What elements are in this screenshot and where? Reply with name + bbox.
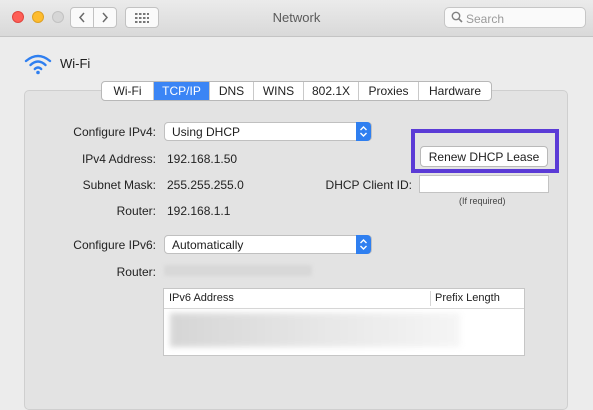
ipv6-address-table: IPv6 Address Prefix Length [163, 288, 525, 356]
configure-ipv4-value: Using DHCP [172, 125, 241, 139]
column-header-ipv6-address[interactable]: IPv6 Address [169, 292, 234, 304]
popup-stepper-icon [356, 235, 371, 254]
subnet-mask-value: 255.255.255.0 [167, 178, 244, 192]
popup-stepper-icon [356, 122, 371, 141]
tab-tcp-ip[interactable]: TCP/IP [154, 82, 210, 100]
configure-ipv6-label: Configure IPv6: [73, 238, 156, 252]
ipv6-router-label: Router: [116, 265, 156, 279]
router-label: Router: [116, 204, 156, 218]
dhcp-client-id-field[interactable] [419, 175, 549, 193]
column-divider [430, 291, 431, 306]
tab-hardware[interactable]: Hardware [419, 82, 491, 100]
tab-wifi[interactable]: Wi-Fi [102, 82, 154, 100]
title-bar: Network [0, 0, 593, 37]
router-value: 192.168.1.1 [167, 204, 231, 218]
ipv4-address-label: IPv4 Address: [81, 152, 156, 166]
subnet-mask-label: Subnet Mask: [82, 178, 156, 192]
configure-ipv6-value: Automatically [172, 238, 244, 252]
search-field[interactable] [444, 7, 586, 28]
tab-8021x[interactable]: 802.1X [304, 82, 359, 100]
search-icon [451, 11, 463, 23]
redacted-ipv6-rows [170, 313, 460, 347]
ipv4-address-value: 192.168.1.50 [167, 152, 238, 166]
tab-wins[interactable]: WINS [254, 82, 304, 100]
column-header-prefix-length[interactable]: Prefix Length [435, 292, 500, 304]
interface-name: Wi-Fi [60, 56, 91, 71]
client-id-hint: (If required) [459, 196, 506, 206]
tab-proxies[interactable]: Proxies [359, 82, 419, 100]
wifi-icon [24, 54, 52, 75]
tab-bar: Wi-Fi TCP/IP DNS WINS 802.1X Proxies Har… [101, 81, 492, 101]
search-input[interactable] [464, 10, 584, 27]
renew-dhcp-lease-button[interactable]: Renew DHCP Lease [420, 146, 548, 167]
configure-ipv6-popup[interactable]: Automatically [164, 235, 372, 254]
configure-ipv4-label: Configure IPv4: [73, 125, 156, 139]
tab-dns[interactable]: DNS [210, 82, 254, 100]
configure-ipv4-popup[interactable]: Using DHCP [164, 122, 372, 141]
table-header: IPv6 Address Prefix Length [164, 289, 524, 309]
dhcp-client-id-label: DHCP Client ID: [325, 178, 412, 192]
redacted-ipv6-router [164, 265, 312, 276]
